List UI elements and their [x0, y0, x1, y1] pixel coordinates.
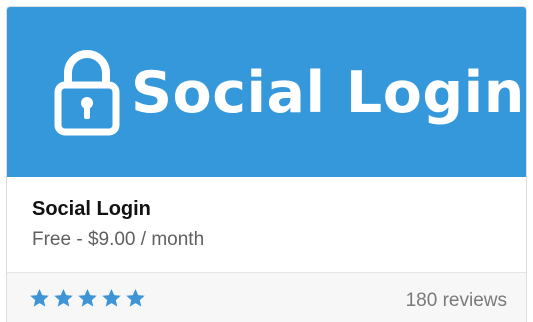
star-rating: [29, 288, 146, 309]
app-price: Free - $9.00 / month: [32, 229, 205, 250]
app-info: Social Login Free - $9.00 / month: [7, 177, 526, 272]
banner-title: Social Login: [131, 60, 525, 126]
star-icon: [126, 289, 145, 307]
review-count-link[interactable]: 180 reviews: [406, 290, 507, 312]
lock-icon: [54, 50, 120, 136]
star-icon: [102, 289, 121, 307]
app-banner[interactable]: Social Login: [7, 7, 526, 177]
star-icon: [54, 289, 73, 307]
app-name[interactable]: Social Login: [32, 198, 151, 221]
star-icon: [78, 289, 97, 307]
app-card[interactable]: Social Login Social Login Free - $9.00 /…: [6, 6, 527, 322]
star-icon: [30, 289, 49, 307]
rating-footer: 180 reviews: [7, 272, 526, 322]
